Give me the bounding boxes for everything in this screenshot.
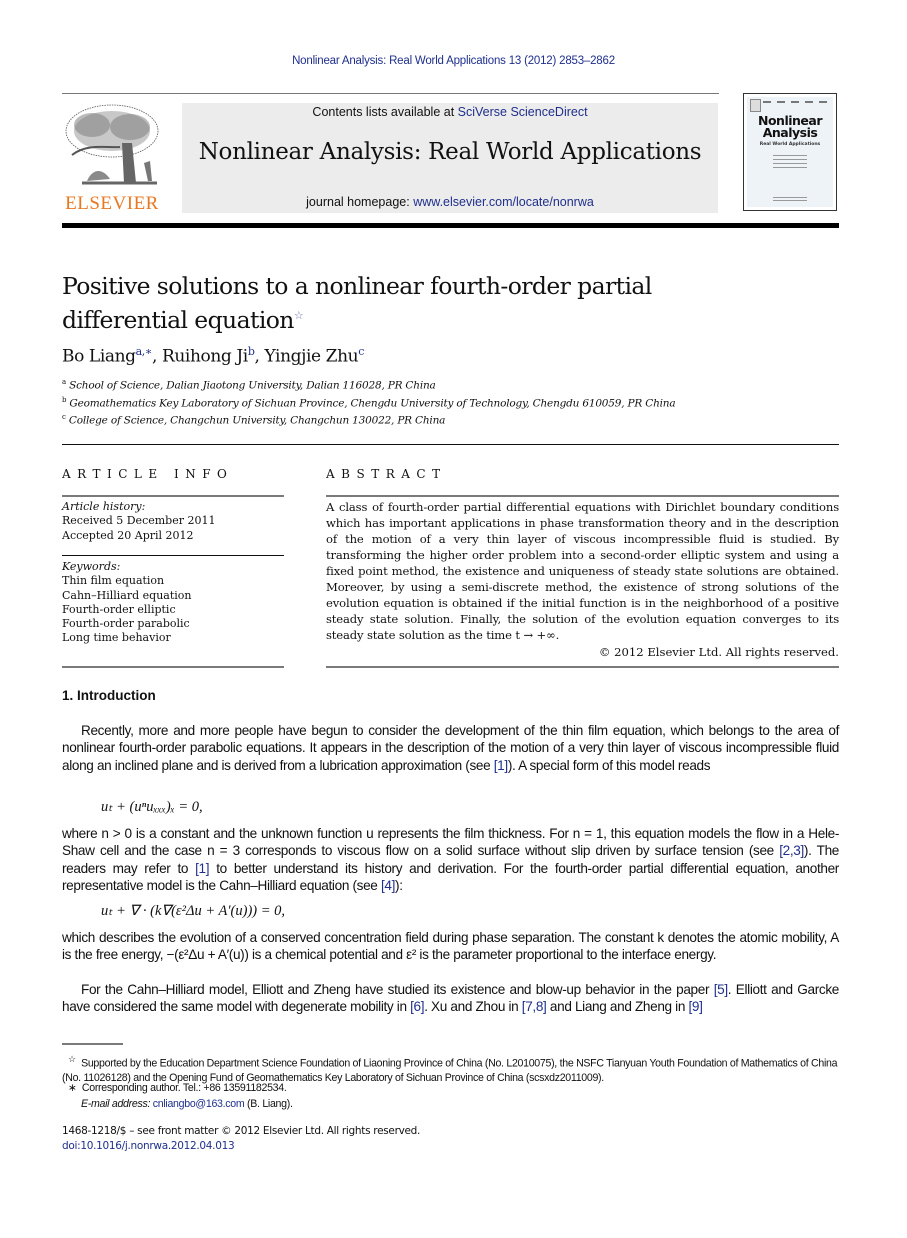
paper-title: Positive solutions to a nonlinear fourth… [62, 272, 652, 334]
citation-link[interactable]: [2,3] [779, 843, 804, 858]
keyword: Cahn–Hilliard equation [62, 588, 192, 602]
footnote-star-icon: ☆ [68, 1054, 76, 1064]
intro-paragraph-1: Recently, more and more people have begu… [62, 723, 839, 773]
citation-link[interactable]: [4] [381, 878, 395, 893]
article-info-bottom-rule [62, 666, 284, 668]
author-name: Ruihong Ji [161, 346, 248, 367]
history-keywords-divider [62, 555, 284, 556]
author-list: Bo Lianga,∗, Ruihong Jib, Yingjie Zhuc [62, 345, 364, 367]
masthead-bottom-rule [62, 223, 839, 228]
cover-editors-block [772, 155, 808, 171]
doi-link[interactable]: doi:10.1016/j.nonrwa.2012.04.013 [62, 1140, 235, 1152]
issn-line: 1468-1218/$ – see front matter © 2012 El… [62, 1125, 421, 1137]
article-history: Article history: Received 5 December 201… [62, 500, 284, 543]
corresponding-asterisk-icon: ∗ [68, 1082, 77, 1094]
received-date: Received 5 December 2011 [62, 514, 216, 528]
elsevier-tree-icon [65, 104, 159, 185]
author-affiliation-mark[interactable]: a,∗ [136, 345, 153, 358]
intro-paragraph-3: which describes the evolution of a conse… [62, 930, 839, 963]
affiliations-rule [62, 444, 839, 445]
journal-cover-thumbnail[interactable]: Nonlinear Analysis Real World Applicatio… [743, 93, 837, 211]
title-footnote-star-icon[interactable]: ☆ [294, 309, 304, 322]
cover-footer-block [772, 197, 808, 201]
citation-link[interactable]: [7,8] [522, 999, 547, 1014]
affiliation-a: a School of Science, Dalian Jiaotong Uni… [62, 378, 436, 392]
equation-thin-film: uₜ + (uⁿuₓₓₓ)ₓ = 0, [101, 799, 203, 815]
abstract-copyright: © 2012 Elsevier Ltd. All rights reserved… [598, 645, 839, 659]
citation-link[interactable]: [9] [689, 999, 703, 1014]
email-link[interactable]: cnliangbo@163.com [153, 1098, 245, 1110]
accepted-date: Accepted 20 April 2012 [62, 528, 194, 542]
affiliation-c: c College of Science, Changchun Universi… [62, 413, 446, 427]
elsevier-wordmark: ELSEVIER [65, 193, 159, 214]
author-affiliation-mark[interactable]: c [358, 345, 364, 358]
abstract-heading: ABSTRACT [326, 467, 447, 481]
citation-link[interactable]: [5] [714, 982, 728, 997]
abstract-rule [326, 495, 839, 497]
email-footnote: E-mail address: cnliangbo@163.com (B. Li… [81, 1098, 293, 1110]
sciencedirect-link[interactable]: SciVerse ScienceDirect [458, 105, 588, 119]
citation-link[interactable]: [1] [494, 758, 508, 773]
intro-paragraph-2: where n > 0 is a constant and the unknow… [62, 826, 839, 893]
citation-link[interactable]: [1] [195, 861, 209, 876]
abstract-bottom-rule [326, 666, 839, 668]
footnote-rule [62, 1043, 123, 1045]
section-heading-introduction: 1. Introduction [62, 688, 156, 703]
cover-title: Nonlinear Analysis [758, 113, 823, 140]
abstract-text: A class of fourth-order partial differen… [326, 500, 839, 642]
running-head[interactable]: Nonlinear Analysis: Real World Applicati… [0, 55, 907, 67]
journal-title: Nonlinear Analysis: Real World Applicati… [198, 139, 702, 165]
equation-cahn-hilliard: uₜ + ∇ · (k∇(ε²Δu + A′(u))) = 0, [101, 903, 286, 919]
contents-line: Contents lists available at SciVerse Sci… [312, 105, 588, 119]
corresponding-footnote: ∗ Corresponding author. Tel.: +86 135911… [68, 1082, 287, 1094]
keyword: Fourth-order parabolic [62, 617, 190, 631]
cover-background: Nonlinear Analysis Real World Applicatio… [747, 97, 833, 207]
cover-logo-icon [750, 99, 761, 112]
author-name: Bo Liang [62, 346, 136, 367]
cover-subtitle: Real World Applications [759, 142, 821, 147]
article-info-rule [62, 495, 284, 497]
journal-banner: Contents lists available at SciVerse Sci… [182, 103, 718, 213]
author-affiliation-mark[interactable]: b [248, 345, 255, 358]
homepage-line: journal homepage: www.elsevier.com/locat… [306, 195, 594, 209]
article-info-heading: ARTICLE INFO [62, 467, 234, 481]
citation-link[interactable]: [6] [410, 999, 424, 1014]
keywords-block: Keywords: Thin film equation Cahn–Hillia… [62, 560, 284, 646]
keyword: Long time behavior [62, 631, 171, 645]
elsevier-logo[interactable]: ELSEVIER [62, 103, 162, 215]
cover-header-line [763, 101, 830, 103]
journal-homepage-link[interactable]: www.elsevier.com/locate/nonrwa [413, 195, 594, 209]
affiliation-b: b Geomathematics Key Laboratory of Sichu… [62, 396, 676, 410]
keyword: Thin film equation [62, 574, 165, 588]
author-name: Yingjie Zhu [264, 346, 359, 367]
masthead-top-rule [62, 93, 719, 94]
keyword: Fourth-order elliptic [62, 602, 176, 616]
intro-paragraph-4: For the Cahn–Hilliard model, Elliott and… [62, 982, 839, 1015]
